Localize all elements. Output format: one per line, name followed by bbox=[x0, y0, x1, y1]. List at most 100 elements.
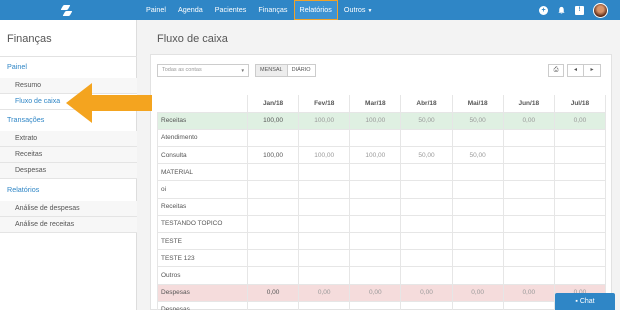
sidebar-item-analise-despesas[interactable]: Análise de despesas bbox=[0, 201, 137, 217]
table-cell bbox=[400, 128, 453, 148]
table-cell bbox=[349, 163, 402, 182]
table-cell bbox=[349, 197, 402, 216]
table-cell: 100,00 bbox=[246, 111, 300, 130]
table-cell bbox=[298, 300, 351, 310]
avatar[interactable] bbox=[593, 2, 608, 18]
table-cell bbox=[553, 146, 607, 165]
divider bbox=[0, 56, 137, 57]
chevron-left-icon[interactable]: ◂ bbox=[567, 64, 584, 77]
sidebar-section-relatorios[interactable]: Relatórios bbox=[7, 185, 39, 194]
account-select[interactable]: Todas as contas ▼ bbox=[157, 64, 249, 77]
highlight-arrow-icon bbox=[66, 83, 152, 123]
sidebar-item-despesas[interactable]: Despesas bbox=[0, 163, 137, 179]
table-cell bbox=[451, 249, 504, 268]
chevron-right-icon[interactable]: ▸ bbox=[584, 64, 601, 77]
table-cell bbox=[246, 300, 300, 310]
table-cell bbox=[246, 249, 300, 268]
header-blank bbox=[158, 95, 248, 112]
nav-pacientes[interactable]: Pacientes bbox=[209, 0, 253, 20]
table-cell bbox=[451, 163, 504, 182]
table-cell bbox=[298, 197, 351, 216]
plus-icon[interactable]: + bbox=[539, 5, 548, 15]
table-cell bbox=[400, 180, 453, 199]
sidebar-item-extrato[interactable]: Extrato bbox=[0, 131, 137, 147]
table-cell: 0,00 bbox=[400, 283, 453, 302]
sidebar-item-analise-receitas[interactable]: Análise de receitas bbox=[0, 217, 137, 233]
table-cell: 100,00 bbox=[246, 146, 300, 165]
chevron-down-icon: ▼ bbox=[240, 68, 245, 73]
sidebar-section-transacoes[interactable]: Transações bbox=[7, 115, 44, 124]
row-label: Atendimento bbox=[157, 128, 248, 148]
row-label: Receitas bbox=[157, 111, 248, 130]
table-cell bbox=[246, 180, 300, 199]
table-cell: 100,00 bbox=[298, 111, 351, 130]
row-label: MATERIAL bbox=[157, 163, 248, 182]
table-cell bbox=[553, 249, 607, 268]
table-row: Receitas bbox=[157, 197, 607, 216]
bell-icon[interactable] bbox=[557, 6, 566, 15]
table-cell bbox=[298, 163, 351, 182]
table-cell: 100,00 bbox=[298, 146, 351, 165]
table-row: Despesas0,000,000,000,000,000,000,00 bbox=[157, 283, 607, 302]
table-header-row: Jan/18 Fev/18 Mar/18 Abr/18 Mai/18 Jun/18 Jul/… bbox=[158, 95, 607, 113]
table-row: TESTE bbox=[157, 231, 607, 251]
top-actions: + ! bbox=[539, 0, 608, 20]
chat-button[interactable]: ▪ Chat bbox=[555, 293, 615, 310]
nav-agenda[interactable]: Agenda bbox=[172, 0, 209, 20]
table-cell: 0,00 bbox=[298, 283, 351, 302]
nav-relatorios[interactable]: Relatórios bbox=[293, 0, 338, 20]
table-cell bbox=[553, 180, 607, 199]
top-navbar: Painel Agenda Pacientes Finanças Relatór… bbox=[0, 0, 620, 20]
table-cell: 100,00 bbox=[349, 111, 402, 130]
table-cell bbox=[553, 163, 607, 182]
row-label: oi bbox=[157, 180, 248, 199]
table-cell bbox=[298, 249, 351, 268]
sidebar-item-receitas[interactable]: Receitas bbox=[0, 147, 137, 163]
table-cell: 0,00 bbox=[349, 283, 402, 302]
table-cell bbox=[553, 266, 607, 285]
table-cell bbox=[349, 214, 402, 234]
table-cell bbox=[451, 214, 504, 234]
view-mensal-button[interactable]: MENSAL bbox=[255, 64, 288, 77]
table-cell bbox=[349, 231, 402, 251]
table-cell bbox=[451, 128, 504, 148]
table-cell bbox=[451, 197, 504, 216]
table-cell bbox=[502, 266, 555, 285]
nav-outros[interactable]: Outros ▼ bbox=[338, 0, 379, 20]
table-cell bbox=[451, 266, 504, 285]
nav-financas[interactable]: Finanças bbox=[252, 0, 293, 20]
table-cell bbox=[400, 266, 453, 285]
chat-label: Chat bbox=[579, 298, 595, 305]
row-label: Despesas bbox=[157, 300, 248, 310]
nav-painel[interactable]: Painel bbox=[140, 0, 172, 20]
table-cell: 0,00 bbox=[502, 111, 555, 130]
month-header: Fev/18 bbox=[298, 95, 351, 113]
print-icon[interactable]: ⎙ bbox=[548, 64, 564, 77]
table-cell: 50,00 bbox=[400, 111, 453, 130]
row-label: TESTANDO TOPICO bbox=[157, 214, 248, 234]
row-label: Outros bbox=[157, 266, 248, 285]
table-cell: 0,00 bbox=[553, 111, 607, 130]
table-cell bbox=[349, 249, 402, 268]
table-cell: 50,00 bbox=[451, 146, 504, 165]
table-cell bbox=[298, 128, 351, 148]
table-cell bbox=[298, 180, 351, 199]
sidebar-title: Finanças bbox=[7, 33, 52, 45]
table-row: TESTANDO TOPICO bbox=[157, 214, 607, 234]
table-cell bbox=[502, 163, 555, 182]
table-cell bbox=[246, 163, 300, 182]
table-cell bbox=[349, 300, 402, 310]
view-diario-button[interactable]: DIÁRIO bbox=[287, 64, 316, 77]
table-cell bbox=[553, 231, 607, 251]
chevron-down-icon: ▼ bbox=[367, 8, 373, 14]
app-logo-icon[interactable] bbox=[59, 3, 73, 17]
table-row: MATERIAL bbox=[157, 163, 607, 182]
sidebar-section-painel[interactable]: Painel bbox=[7, 62, 27, 71]
table-cell bbox=[400, 231, 453, 251]
row-label: Receitas bbox=[157, 197, 248, 216]
table-cell bbox=[502, 214, 555, 234]
table-row: TESTE 123 bbox=[157, 249, 607, 268]
table-cell bbox=[349, 266, 402, 285]
month-header: Mai/18 bbox=[451, 95, 504, 113]
chat-square-icon[interactable]: ! bbox=[575, 5, 584, 15]
